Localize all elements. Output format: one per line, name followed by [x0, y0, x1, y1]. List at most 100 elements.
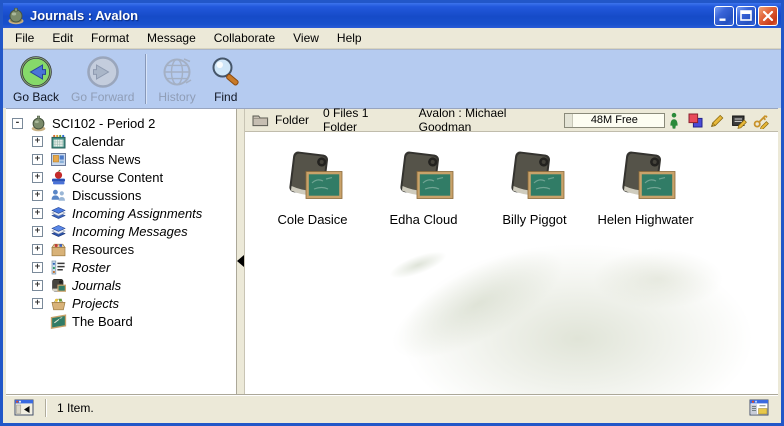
tree-item-label: Calendar	[72, 134, 125, 149]
course-content-icon	[50, 169, 67, 186]
menu-item-message[interactable]: Message	[138, 29, 205, 47]
close-button[interactable]	[758, 6, 778, 26]
expand-expander-icon[interactable]: +	[32, 208, 43, 219]
panel-toggle-icon[interactable]	[14, 399, 35, 416]
folder-type-label: Folder	[275, 113, 309, 127]
expand-expander-icon[interactable]: +	[32, 190, 43, 201]
tree-item-label: Class News	[72, 152, 141, 167]
tree-item-journals[interactable]: +Journals	[6, 276, 236, 294]
layers-icon[interactable]	[687, 112, 704, 129]
toolbar-button-history: History	[152, 53, 201, 104]
tree-item-label: Roster	[72, 260, 110, 275]
toolbar-button-go-forward: Go Forward	[65, 53, 140, 104]
flask-icon	[30, 115, 47, 132]
menu-item-format[interactable]: Format	[82, 29, 138, 47]
tree-item-sci102-period-2[interactable]: - SCI102 - Period 2	[6, 114, 236, 132]
expand-expander-icon[interactable]: +	[32, 262, 43, 273]
minimize-button[interactable]	[714, 6, 734, 26]
window-controls	[712, 6, 778, 26]
journal-book-icon	[614, 151, 678, 207]
journal-item-billy-piggot[interactable]: Billy Piggot	[479, 151, 590, 227]
toolbar-button-label: History	[158, 90, 195, 104]
menu-item-view[interactable]: View	[284, 29, 328, 47]
status-bar: 1 Item.	[6, 394, 778, 420]
map-watermark	[593, 249, 723, 309]
free-space-gauge: 48M Free	[564, 113, 665, 128]
expand-expander-icon[interactable]: +	[32, 136, 43, 147]
board-icon	[50, 313, 67, 330]
folder-view: Cole Dasice Edha CloudBilly Piggot Helen H…	[245, 132, 778, 394]
journal-item-label: Helen Highwater	[597, 212, 693, 227]
journal-item-edha-cloud[interactable]: Edha Cloud	[368, 151, 479, 227]
expand-expander-icon[interactable]: +	[32, 226, 43, 237]
pane-splitter[interactable]	[237, 109, 245, 394]
toolbar-button-go-back[interactable]: Go Back	[7, 53, 65, 104]
map-watermark	[387, 246, 450, 283]
tree-item-course-content[interactable]: + Course Content	[6, 168, 236, 186]
journal-item-cole-dasice[interactable]: Cole Dasice	[257, 151, 368, 227]
journal-list: Cole Dasice Edha CloudBilly Piggot Helen H…	[245, 132, 778, 227]
key-pencil-icon[interactable]	[753, 112, 770, 129]
content-header: Folder 0 Files 1 Folder Avalon : Michael…	[245, 109, 778, 132]
map-watermark	[378, 228, 579, 379]
toolbar-button-label: Go Back	[13, 90, 59, 104]
maximize-button[interactable]	[736, 6, 756, 26]
tree-item-resources[interactable]: +Resources	[6, 240, 236, 258]
class-news-icon	[50, 151, 67, 168]
map-watermark	[403, 244, 753, 394]
journal-item-label: Cole Dasice	[277, 212, 347, 227]
menu-item-help[interactable]: Help	[328, 29, 371, 47]
free-space-label: 48M Free	[591, 114, 638, 126]
tree-item-discussions[interactable]: +Discussions	[6, 186, 236, 204]
expand-expander-icon[interactable]: +	[32, 298, 43, 309]
expand-expander-icon[interactable]: +	[32, 280, 43, 291]
main-area: - SCI102 - Period 2 + Calendar + Class News + C…	[6, 108, 778, 394]
toolbar-button-find[interactable]: Find	[202, 53, 250, 104]
tree-item-projects[interactable]: +Projects	[6, 294, 236, 312]
collapse-expander-icon[interactable]: -	[12, 118, 23, 129]
journal-item-helen-highwater[interactable]: Helen Highwater	[590, 151, 701, 227]
journal-book-icon	[392, 151, 456, 207]
tree-item-incoming-assignments[interactable]: +Incoming Assignments	[6, 204, 236, 222]
note-pencil-icon[interactable]	[731, 112, 748, 129]
expand-expander-icon[interactable]: +	[32, 172, 43, 183]
menu-item-edit[interactable]: Edit	[43, 29, 82, 47]
resources-icon	[50, 241, 67, 258]
pencil-icon[interactable]	[709, 112, 726, 129]
journals-icon	[50, 277, 67, 294]
status-separator	[45, 399, 47, 417]
toolbar-button-label: Go Forward	[71, 90, 134, 104]
menu-item-file[interactable]: File	[6, 29, 43, 47]
toolbar-button-label: Find	[214, 90, 237, 104]
tree-item-calendar[interactable]: + Calendar	[6, 132, 236, 150]
menu-bar: FileEditFormatMessageCollaborateViewHelp	[3, 28, 781, 49]
header-icon-group	[665, 112, 772, 129]
window-title: Journals : Avalon	[30, 8, 712, 23]
tree-item-label: Course Content	[72, 170, 163, 185]
menu-item-collaborate[interactable]: Collaborate	[205, 29, 284, 47]
tree-item-incoming-messages[interactable]: + Incoming Messages	[6, 222, 236, 240]
collapse-arrow-icon[interactable]	[237, 255, 244, 267]
account-label: Avalon : Michael Goodman	[419, 106, 540, 134]
expand-expander-icon[interactable]: +	[32, 154, 43, 165]
go-back-icon	[18, 54, 54, 90]
go-forward-icon	[85, 54, 121, 90]
find-icon	[208, 54, 244, 90]
tree-item-roster[interactable]: + Roster	[6, 258, 236, 276]
tree-item-the-board[interactable]: The Board	[6, 312, 236, 330]
tree-item-label: SCI102 - Period 2	[52, 116, 155, 131]
content-pane: Folder 0 Files 1 Folder Avalon : Michael…	[245, 109, 778, 394]
app-window: Journals : Avalon FileEditFormatMessageC…	[0, 0, 784, 426]
title-bar[interactable]: Journals : Avalon	[3, 3, 781, 28]
status-text: 1 Item.	[57, 401, 749, 415]
person-icon[interactable]	[665, 112, 682, 129]
tree-item-class-news[interactable]: + Class News	[6, 150, 236, 168]
layout-icon[interactable]	[749, 399, 770, 416]
messages-icon	[50, 223, 67, 240]
journal-book-icon	[281, 151, 345, 207]
course-tree: - SCI102 - Period 2 + Calendar + Class News + C…	[6, 109, 237, 394]
toolbar-separator	[145, 54, 147, 104]
expand-expander-icon[interactable]: +	[32, 244, 43, 255]
tree-item-label: Incoming Messages	[72, 224, 188, 239]
projects-icon	[50, 295, 67, 312]
